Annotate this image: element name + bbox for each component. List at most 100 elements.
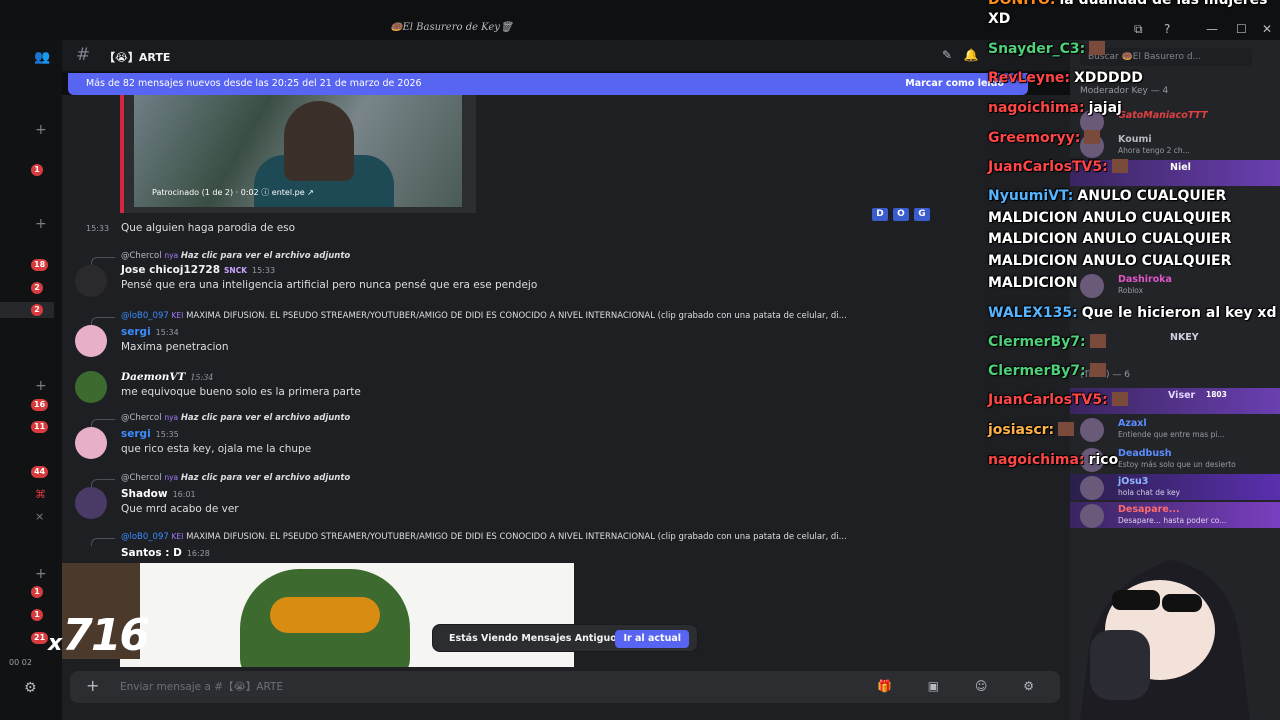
mute-icon[interactable]: ⨯ — [35, 510, 44, 523]
emote-icon — [1111, 392, 1128, 406]
reaction-o[interactable]: O — [893, 208, 909, 221]
reply-text: Haz clic para ver el archivo adjunto — [180, 251, 351, 261]
unread-badge[interactable]: 1 — [31, 586, 43, 598]
avatar[interactable] — [75, 325, 107, 357]
member-name: Desapare... — [1118, 504, 1180, 515]
avatar[interactable] — [75, 265, 107, 297]
reply-preview[interactable]: @loB0_097 KEI MAXIMA DIFUSION. EL PSEUDO… — [121, 532, 847, 542]
message-text: Maxima penetracion — [121, 341, 229, 353]
unread-badge[interactable]: 18 — [31, 259, 49, 271]
embed-figure — [284, 101, 354, 181]
friends-icon[interactable]: 👥 — [34, 50, 50, 65]
combo-counter: x716 — [48, 610, 150, 661]
add-server-icon[interactable]: + — [35, 122, 47, 138]
message-author[interactable]: sergi 15:35 — [121, 428, 179, 440]
unread-badge[interactable]: 1 — [31, 164, 43, 176]
selected-server-indicator — [0, 302, 54, 318]
reaction-d[interactable]: D — [872, 208, 888, 221]
reply-connector — [91, 479, 115, 487]
reply-preview[interactable]: @Chercol nya Haz clic para ver el archiv… — [121, 473, 350, 483]
unread-badge[interactable]: 21 — [31, 632, 49, 644]
member-name: NKEY — [1170, 332, 1199, 343]
emote-icon — [1084, 130, 1101, 144]
avatar[interactable] — [75, 371, 107, 403]
header-icons[interactable]: ✎ 🔔 — [942, 48, 978, 62]
emote-icon — [1111, 159, 1128, 173]
unread-badge[interactable]: 11 — [31, 421, 49, 433]
message-author[interactable]: Santos : D 16:28 — [121, 547, 210, 559]
member-name: Niel — [1170, 162, 1191, 173]
message-text: Pensé que era una inteligencia artificia… — [121, 279, 538, 291]
embed-video-thumbnail[interactable]: Patrocinado (1 de 2) · 0:02 ⓘ entel.pe ↗ — [134, 95, 462, 207]
unread-badge[interactable]: 44 — [31, 466, 49, 478]
stream-chat-line: nagoichima: rico — [988, 452, 1118, 468]
member-item[interactable]: Azaxl Entiende que entre mas pi... — [1080, 416, 1276, 442]
pip-icon[interactable]: ⧉ — [1134, 22, 1143, 37]
add-server-icon[interactable]: + — [35, 216, 47, 232]
jump-to-present-button[interactable]: Ir al actual — [615, 630, 689, 648]
unread-badge[interactable]: 2 — [31, 282, 43, 294]
unread-badge[interactable]: 1 — [31, 609, 43, 621]
member-status: Ahora tengo 2 ch... — [1118, 146, 1190, 155]
stream-chat-text: MALDICION ANULO CUALQUIER — [988, 253, 1232, 269]
reply-preview[interactable]: @Chercol nya Haz clic para ver el archiv… — [121, 413, 350, 423]
member-status: hola chat de key — [1118, 488, 1181, 497]
member-name: Dashiroka — [1118, 274, 1172, 285]
window-title: 🍩El Basurero de Key🗑 — [390, 22, 513, 33]
close-button[interactable]: ✕ — [1262, 22, 1272, 36]
member-item[interactable]: Koumi Ahora tengo 2 ch... — [1080, 132, 1276, 158]
emote-icon — [1058, 422, 1075, 436]
reply-preview[interactable]: @Chercol nya Haz clic para ver el archiv… — [121, 251, 350, 261]
stream-chat-line: RevLeyne: XDDDDD — [988, 70, 1143, 86]
attach-icon[interactable]: + — [86, 676, 99, 695]
composer-icons[interactable]: 🎁 ▣ ☺ ⚙ — [877, 679, 1050, 693]
controller-icon[interactable]: ⌘ — [35, 488, 46, 501]
member-name: Viser — [1168, 390, 1196, 401]
reply-tag: KEI — [171, 532, 184, 541]
unread-badge[interactable]: 16 — [31, 399, 49, 411]
unread-badge[interactable]: 2 — [31, 304, 43, 316]
stream-chat-line: MALDICION ANULO CUALQUIER — [988, 231, 1231, 247]
reply-preview[interactable]: @loB0_097 KEI MAXIMA DIFUSION. EL PSEUDO… — [121, 311, 847, 321]
member-item[interactable]: jOsu3 hola chat de key — [1080, 474, 1276, 500]
stream-chat-text: la dualidad de las mujeres — [1059, 0, 1268, 8]
reply-author: @loB0_097 — [121, 311, 169, 321]
message-author[interactable]: Jose chicoj12728 SNCK 15:33 — [121, 264, 275, 276]
gear-icon[interactable]: ⚙ — [24, 680, 37, 696]
vtuber-glasses — [1162, 594, 1202, 612]
new-messages-banner[interactable]: Más de 82 mensajes nuevos desde las 20:2… — [68, 73, 1028, 95]
stream-chat-user: Snayder_C3: — [988, 41, 1086, 57]
add-server-icon[interactable]: + — [35, 378, 47, 394]
stream-chat-line: Greemoryy: — [988, 130, 1104, 146]
help-icon[interactable]: ? — [1164, 22, 1170, 36]
maximize-button[interactable]: ☐ — [1236, 22, 1247, 36]
message-input[interactable] — [120, 679, 820, 695]
member-name: GatoManiacoTTT — [1118, 110, 1208, 121]
reply-connector — [91, 257, 115, 265]
message-text: me equivoque bueno solo es la primera pa… — [121, 386, 361, 398]
channel-name: 【😭】ARTE — [104, 51, 171, 64]
message-author[interactable]: DaemonVT 15:34 — [121, 371, 213, 383]
stream-chat-text: MALDICION ANULO CUALQUIER — [988, 210, 1232, 226]
author-tag: SNCK — [224, 266, 248, 275]
old-messages-label: Estás Viendo Mensajes Antiguos — [449, 633, 623, 644]
message-time: 15:33 — [252, 266, 276, 275]
message-author[interactable]: Shadow 16:01 — [121, 488, 196, 500]
member-item[interactable]: Dashiroka Roblox — [1080, 272, 1276, 298]
stream-chat-text: XDDDDD — [1074, 70, 1143, 86]
avatar[interactable] — [75, 427, 107, 459]
hash-icon: # — [76, 45, 91, 65]
reply-tag: KEI — [171, 311, 184, 320]
minimize-button[interactable]: — — [1206, 22, 1218, 36]
stream-chat-user: NyuumiVT: — [988, 188, 1074, 204]
stream-chat-line: WALEX135: Que le hicieron al key xd — [988, 305, 1276, 321]
message-author[interactable]: sergi 15:34 — [121, 326, 179, 338]
stream-chat-user: nagoichima: — [988, 452, 1085, 468]
avatar[interactable] — [75, 487, 107, 519]
reaction-toolbar[interactable]: DOG — [872, 208, 935, 221]
reaction-g[interactable]: G — [914, 208, 930, 221]
message-list[interactable]: Patrocinado (1 de 2) · 0:02 ⓘ entel.pe ↗… — [62, 95, 1070, 667]
stream-chat-user: RevLeyne: — [988, 70, 1071, 86]
add-server-icon[interactable]: + — [35, 566, 47, 582]
vtuber-microphone — [1090, 630, 1150, 700]
